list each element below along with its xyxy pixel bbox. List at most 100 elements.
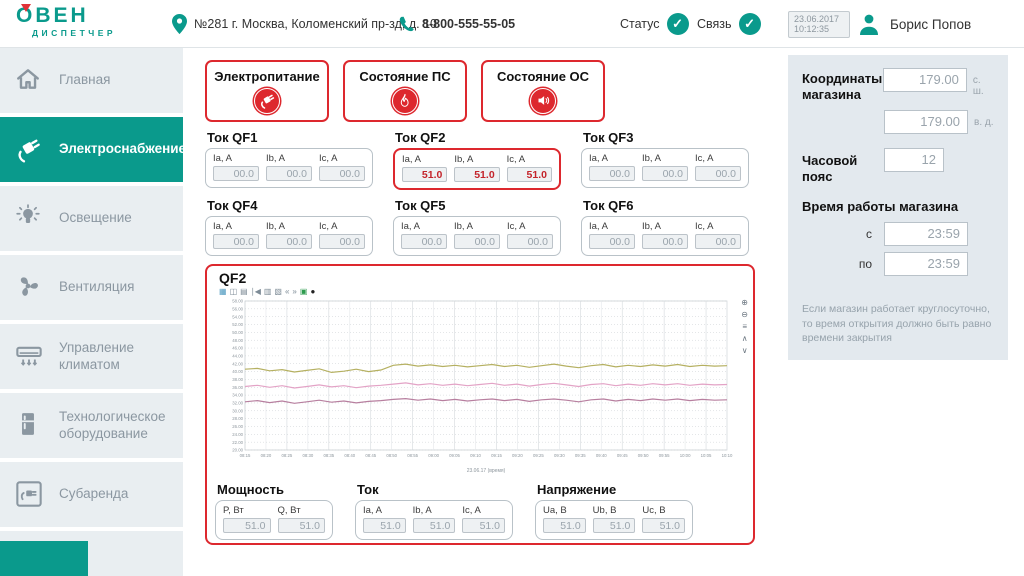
timezone-input[interactable]: 12 [884, 148, 944, 172]
qf2-trend-panel: QF2 ▦◫▤∣◀▥▧«»▣● 08:1508:2008:2508:3008:3… [205, 264, 755, 545]
header: ОВЕН ДИСПЕТЧЕР №281 г. Москва, Коломенск… [0, 0, 1024, 48]
copy-icon[interactable]: ◫ [230, 287, 238, 296]
sidebar-item-label: Вентиляция [59, 279, 140, 295]
settings-panel: Координаты магазина 179.00 с. ш. 179.00 … [788, 55, 1008, 360]
field-ia-a: Ia, A51.0 [363, 505, 406, 533]
field-value: 00.0 [319, 166, 365, 181]
svg-text:48.00: 48.00 [232, 338, 243, 343]
plug-icon [254, 88, 280, 114]
svg-text:08:55: 08:55 [407, 453, 418, 458]
svg-text:10:10: 10:10 [722, 453, 733, 458]
datetime-box: 23.06.2017 10:12:35 [788, 11, 850, 38]
field-label: Ia, A [589, 153, 635, 164]
panel-ток-qf3: Ток QF3Ia, A00.0Ib, A00.0Ic, A00.0 [581, 130, 749, 190]
sidebar-item-fan[interactable]: Вентиляция [0, 255, 183, 320]
brand-name: ОВЕН [16, 5, 116, 26]
field-value: 51.0 [543, 518, 586, 533]
field-ic-a: Ic, A00.0 [695, 221, 741, 249]
field-value: 00.0 [213, 166, 259, 181]
user-icon [858, 13, 880, 35]
chart-toolbar: ▦◫▤∣◀▥▧«» ▣● [219, 287, 315, 296]
export-icon[interactable]: ▦ [219, 287, 227, 296]
svg-text:52.00: 52.00 [232, 322, 243, 327]
svg-text:08:15: 08:15 [240, 453, 251, 458]
zoom-out-icon[interactable]: ⊖ [741, 310, 748, 319]
field-ia-a: Ia, A00.0 [589, 153, 635, 181]
svg-text:09:45: 09:45 [617, 453, 628, 458]
sidebar-item-sublease[interactable]: Субаренда [0, 462, 183, 527]
svg-text:42.00: 42.00 [232, 361, 243, 366]
scroll-left-icon[interactable]: « [285, 287, 289, 296]
alarm-button-flame[interactable]: Состояние ПС [343, 60, 467, 122]
field-ib-a: Ib, A51.0 [413, 505, 456, 533]
bulb-icon [15, 204, 45, 234]
svg-text:09:10: 09:10 [470, 453, 481, 458]
status-group: Статус ✓ [620, 0, 689, 48]
field-value: 51.0 [454, 167, 499, 182]
date-value: 23.06.2017 [794, 14, 844, 24]
panel-title: Ток [357, 482, 513, 497]
field-value: 00.0 [266, 234, 312, 249]
alarm-button-plug[interactable]: Электропитание [205, 60, 329, 122]
grid-icon[interactable]: ▥ [264, 287, 272, 296]
field-ib-a: Ib, A00.0 [454, 221, 500, 249]
scroll-down-icon[interactable]: ∨ [742, 346, 748, 355]
svg-text:54.00: 54.00 [232, 314, 243, 319]
field-label: Ib, A [642, 153, 688, 164]
svg-text:09:35: 09:35 [575, 453, 586, 458]
timezone-label: Часовой пояс [802, 148, 884, 186]
qf-current-grid: Ток QF1Ia, A00.0Ib, A00.0Ic, A00.0Ток QF… [205, 130, 749, 256]
scroll-right-icon[interactable]: » [292, 287, 296, 296]
field-ib-a: Ib, A51.0 [454, 154, 499, 182]
panel-title: Ток QF2 [395, 130, 561, 145]
svg-text:08:35: 08:35 [323, 453, 334, 458]
status-ok-icon: ✓ [667, 13, 689, 35]
field-label: Ia, A [589, 221, 635, 232]
svg-text:08:45: 08:45 [365, 453, 376, 458]
svg-text:56.00: 56.00 [232, 306, 243, 311]
field-value: 51.0 [642, 518, 685, 533]
field-label: Q, Вт [278, 505, 326, 516]
svg-text:22.00: 22.00 [232, 440, 243, 445]
field-ib-a: Ib, A00.0 [266, 153, 312, 181]
field-ib-a: Ib, A00.0 [266, 221, 312, 249]
sidebar-item-climate[interactable]: Управление климатом [0, 324, 183, 389]
alarm-button-speaker[interactable]: Состояние ОС [481, 60, 605, 122]
latitude-input[interactable]: 179.00 [883, 68, 966, 92]
chart-side-toolbar: ⊕ ⊖ ≡ ∧ ∨ [741, 298, 748, 355]
svg-text:09:15: 09:15 [491, 453, 502, 458]
trend-chart[interactable]: 08:1508:2008:2508:3008:3508:4008:4508:50… [219, 298, 733, 480]
record-icon[interactable]: ● [310, 287, 315, 296]
fridge-icon [15, 411, 45, 441]
worktime-to-input[interactable]: 23:59 [884, 252, 968, 276]
worktime-from-input[interactable]: 23:59 [884, 222, 968, 246]
link-ok-icon: ✓ [739, 13, 761, 35]
longitude-input[interactable]: 179.00 [884, 110, 968, 134]
table-icon[interactable]: ▤ [240, 287, 248, 296]
sidebar-item-home[interactable]: Главная [0, 48, 183, 113]
svg-text:44.00: 44.00 [232, 353, 243, 358]
scroll-up-icon[interactable]: ∧ [742, 334, 748, 343]
sidebar-item-plug[interactable]: Электроснабжение [0, 117, 183, 182]
sidebar-item-fridge[interactable]: Технологическое оборудование [0, 393, 183, 458]
longitude-suffix: в. д. [974, 117, 993, 128]
sidebar-item-label: Технологическое оборудование [59, 409, 183, 441]
legend-icon[interactable]: ≡ [742, 322, 747, 331]
field-value: 51.0 [402, 167, 447, 182]
logo-triangle-icon [21, 4, 31, 12]
panel-ток: ТокIa, A51.0Ib, A51.0Ic, A51.0 [355, 482, 513, 540]
zoom-in-icon[interactable]: ⊕ [741, 298, 748, 307]
field-q-вт: Q, Вт51.0 [278, 505, 326, 533]
field-value: 00.0 [642, 166, 688, 181]
sublease-icon [15, 480, 45, 510]
run-icon[interactable]: ▣ [300, 287, 308, 296]
sidebar-accent-block [0, 541, 88, 576]
panel-ток-qf2: Ток QF2Ia, A51.0Ib, A51.0Ic, A51.0 [393, 130, 561, 190]
panel-fields-box: Ia, A00.0Ib, A00.0Ic, A00.0 [393, 216, 561, 256]
zoom-area-icon[interactable]: ▧ [274, 287, 282, 296]
svg-text:26.00: 26.00 [232, 424, 243, 429]
sidebar-item-bulb[interactable]: Освещение [0, 186, 183, 251]
to-start-icon[interactable]: ∣◀ [251, 287, 261, 296]
svg-text:08:50: 08:50 [386, 453, 397, 458]
field-ic-a: Ic, A00.0 [695, 153, 741, 181]
